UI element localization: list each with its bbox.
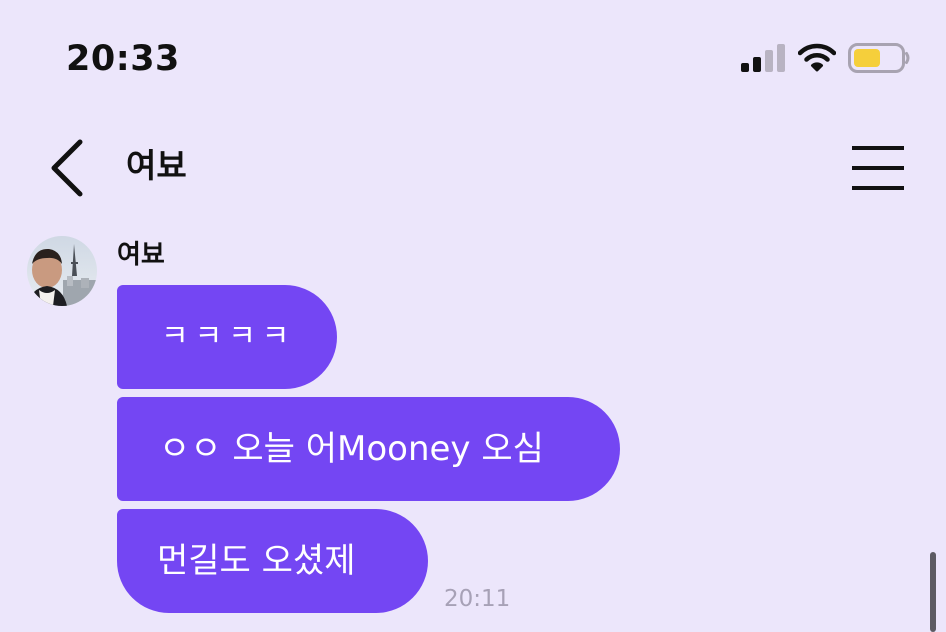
wifi-icon [798,43,836,72]
chevron-left-icon [51,139,83,197]
battery-icon [848,43,910,73]
chat-header: 여뵤 [0,118,946,214]
message-bubble[interactable]: 먼길도 오셨제 [117,509,428,613]
signal-icon [741,44,785,72]
message-bubble[interactable]: ㅇㅇ 오늘 어Mooney 오심 [117,397,620,501]
hamburger-menu-icon [852,146,904,190]
message-timestamp: 20:11 [444,586,511,612]
profile-photo [27,236,97,306]
menu-button[interactable] [844,138,914,198]
status-bar: 20:33 [0,0,946,110]
scrollbar[interactable] [930,552,936,632]
message-bubble[interactable]: ㅋㅋㅋㅋ [117,285,337,389]
chat-title: 여뵤 [126,146,187,185]
back-button[interactable] [36,136,100,200]
status-time: 20:33 [66,39,180,79]
sender-avatar[interactable] [27,236,97,306]
sender-name: 여뵤 [117,240,165,270]
